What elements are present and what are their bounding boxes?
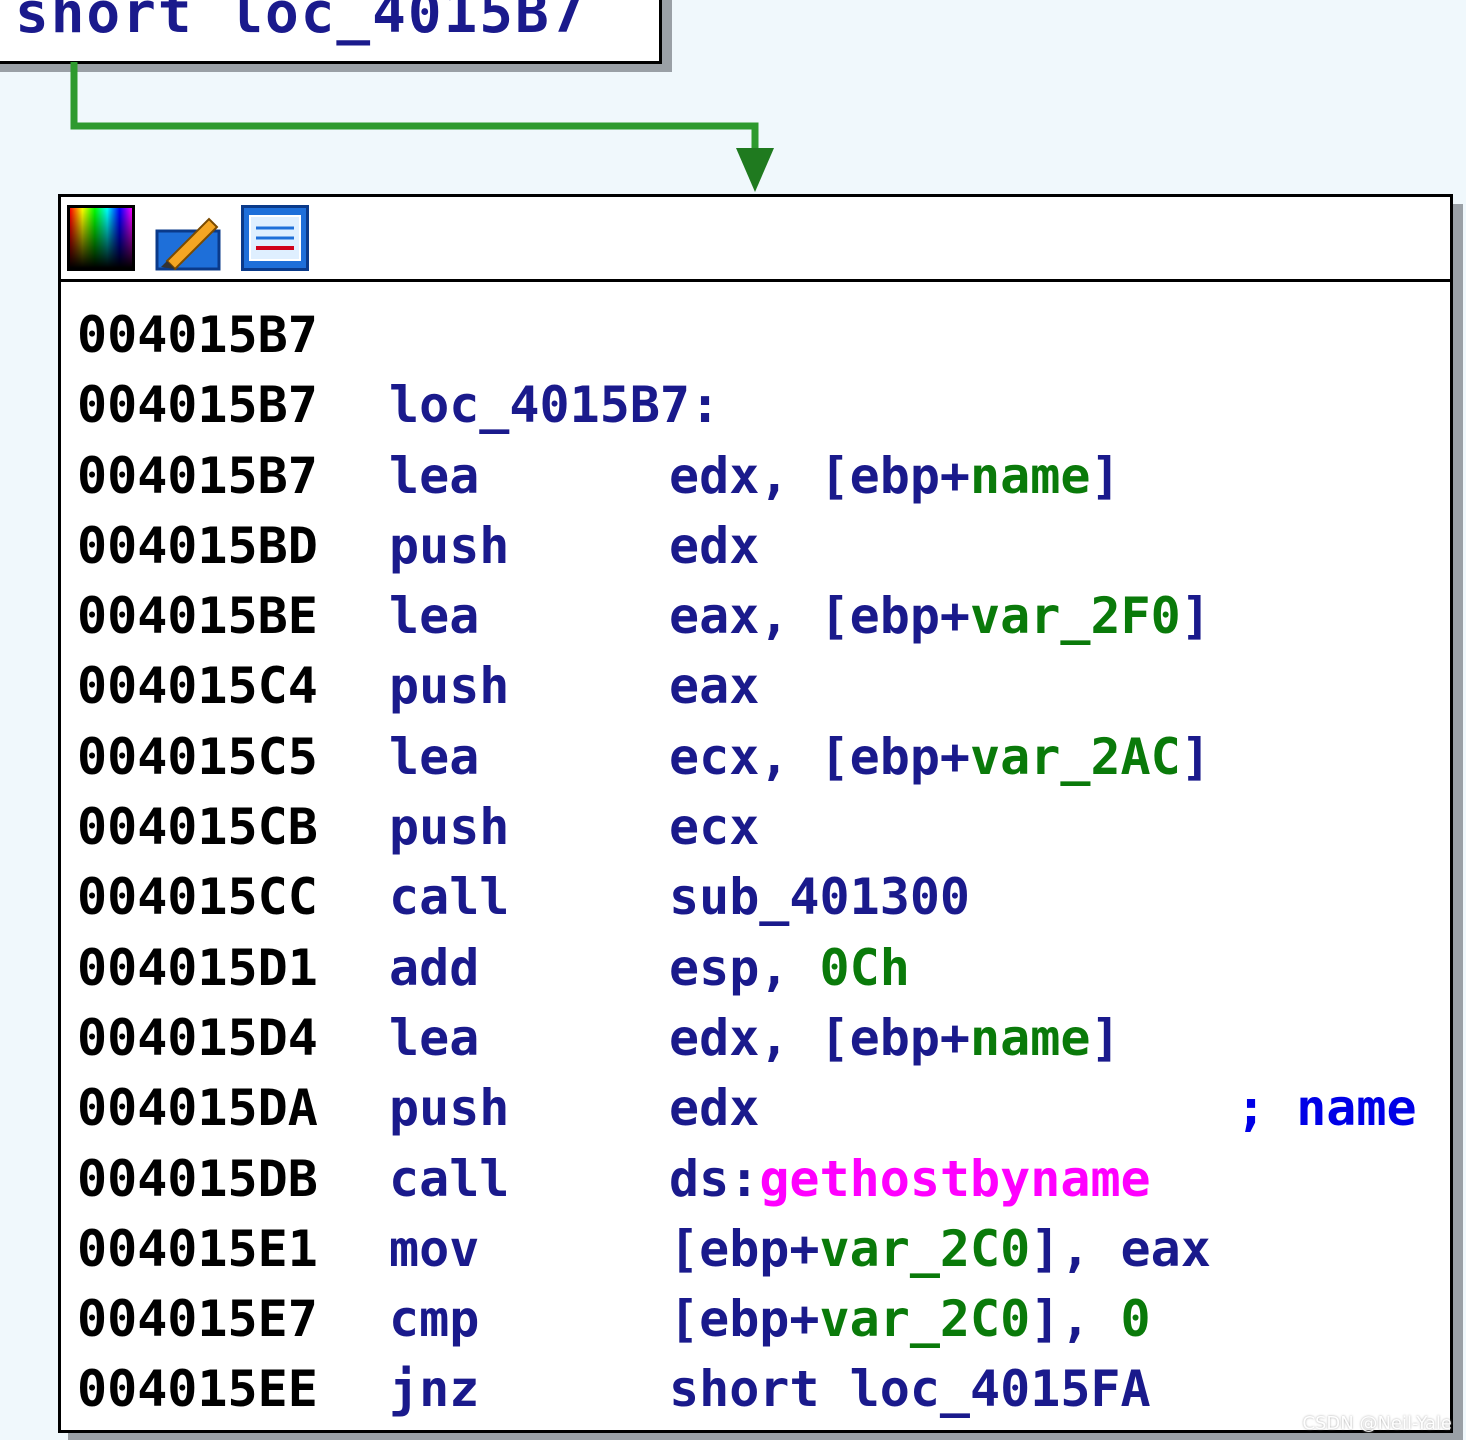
- operands: ecx, [ebp+var_2AC]: [669, 727, 1211, 786]
- address: 004015D4: [77, 1008, 318, 1067]
- call-target[interactable]: sub_401300: [669, 862, 970, 932]
- operands: edx: [669, 516, 760, 575]
- mnemonic: push: [389, 516, 510, 575]
- stack-var[interactable]: var_2C0: [820, 1220, 1031, 1278]
- mnemonic: lea: [389, 727, 480, 786]
- code-line[interactable]: 004015DA push edx ; name: [61, 1073, 1450, 1143]
- graph-node-loc-4015B7[interactable]: 004015B7 004015B7 loc_4015B7: 004015B7 l…: [58, 194, 1453, 1433]
- address: 004015EE: [77, 1360, 318, 1419]
- operands: edx: [669, 1079, 760, 1138]
- code-line[interactable]: 004015CC call sub_401300: [61, 862, 1450, 932]
- edit-pencil-icon[interactable]: [153, 205, 221, 271]
- code-line[interactable]: 004015B7: [61, 300, 1450, 370]
- code-line[interactable]: 004015BD push edx: [61, 511, 1450, 581]
- jump-target[interactable]: short loc_4015FA: [669, 1354, 1151, 1424]
- mnemonic: lea: [389, 446, 480, 505]
- color-picker-icon[interactable]: [67, 205, 135, 271]
- address: 004015B7: [77, 376, 318, 435]
- operands: ds:gethostbyname: [669, 1149, 1151, 1208]
- code-line[interactable]: 004015E1 mov [ebp+var_2C0], eax: [61, 1214, 1450, 1284]
- mnemonic: push: [389, 1079, 510, 1138]
- address: 004015E1: [77, 1219, 318, 1278]
- mnemonic: call: [389, 1149, 510, 1208]
- comment: ; name: [1236, 1079, 1417, 1138]
- operands: edx, [ebp+name]: [669, 446, 1121, 505]
- address: 004015B7: [77, 446, 318, 505]
- node-toolbar: [61, 197, 1450, 282]
- mnemonic: jnz: [389, 1360, 480, 1419]
- stack-var[interactable]: var_2F0: [970, 587, 1181, 645]
- address: 004015BE: [77, 587, 318, 646]
- address: 004015B7: [77, 306, 318, 364]
- mnemonic: lea: [389, 1008, 480, 1067]
- code-line[interactable]: 004015D1 add esp, 0Ch: [61, 933, 1450, 1003]
- address: 004015C5: [77, 727, 318, 786]
- operands: esp, 0Ch: [669, 938, 910, 997]
- operands: ecx: [669, 798, 760, 857]
- immediate-value: 0: [1120, 1290, 1151, 1349]
- mnemonic: push: [389, 798, 510, 857]
- code-line[interactable]: 004015EE jnz short loc_4015FA: [61, 1354, 1450, 1424]
- operands: eax: [669, 657, 760, 716]
- code-line[interactable]: 004015D4 lea edx, [ebp+name]: [61, 1003, 1450, 1073]
- immediate-value: 0Ch: [819, 938, 910, 997]
- code-line[interactable]: 004015E7 cmp [ebp+var_2C0], 0: [61, 1284, 1450, 1354]
- stack-var[interactable]: name: [970, 447, 1090, 505]
- address: 004015C4: [77, 657, 318, 716]
- mnemonic: lea: [389, 587, 480, 646]
- stack-var[interactable]: var_2C0: [820, 1290, 1031, 1348]
- code-line[interactable]: 004015CB push ecx: [61, 792, 1450, 862]
- address: 004015E7: [77, 1290, 318, 1349]
- code-line[interactable]: 004015BE lea eax, [ebp+var_2F0]: [61, 581, 1450, 651]
- address: 004015DB: [77, 1149, 318, 1208]
- edge-to-loc-block: [70, 62, 759, 170]
- mnemonic: cmp: [389, 1290, 480, 1349]
- import-function[interactable]: gethostbyname: [759, 1150, 1150, 1208]
- operands: [ebp+var_2C0], eax: [669, 1219, 1211, 1278]
- stack-var[interactable]: name: [970, 1009, 1090, 1067]
- graph-overview-icon[interactable]: [241, 205, 309, 271]
- edge-arrowhead: [736, 148, 774, 192]
- mnemonic: add: [389, 938, 480, 997]
- watermark: CSDN @Neil-Yale: [1302, 1413, 1452, 1434]
- address: 004015DA: [77, 1079, 318, 1138]
- operands: [ebp+var_2C0], 0: [669, 1290, 1151, 1349]
- address: 004015D1: [77, 938, 318, 997]
- disassembly-listing: 004015B7 004015B7 loc_4015B7: 004015B7 l…: [61, 282, 1450, 1425]
- address: 004015CB: [77, 798, 318, 857]
- address: 004015CC: [77, 868, 318, 927]
- operands: edx, [ebp+name]: [669, 1008, 1121, 1067]
- operands: eax, [ebp+var_2F0]: [669, 587, 1211, 646]
- stack-var[interactable]: var_2AC: [970, 728, 1181, 786]
- code-line[interactable]: 004015DB call ds:gethostbyname: [61, 1144, 1450, 1214]
- code-line[interactable]: 004015C4 push eax: [61, 651, 1450, 721]
- mnemonic: push: [389, 657, 510, 716]
- label[interactable]: loc_4015B7:: [389, 370, 720, 440]
- mnemonic: mov: [389, 1219, 480, 1278]
- code-line[interactable]: 004015B7 loc_4015B7:: [61, 370, 1450, 440]
- address: 004015BD: [77, 516, 318, 575]
- mnemonic: call: [389, 868, 510, 927]
- code-line[interactable]: 004015B7 lea edx, [ebp+name]: [61, 441, 1450, 511]
- code-line[interactable]: 004015C5 lea ecx, [ebp+var_2AC]: [61, 722, 1450, 792]
